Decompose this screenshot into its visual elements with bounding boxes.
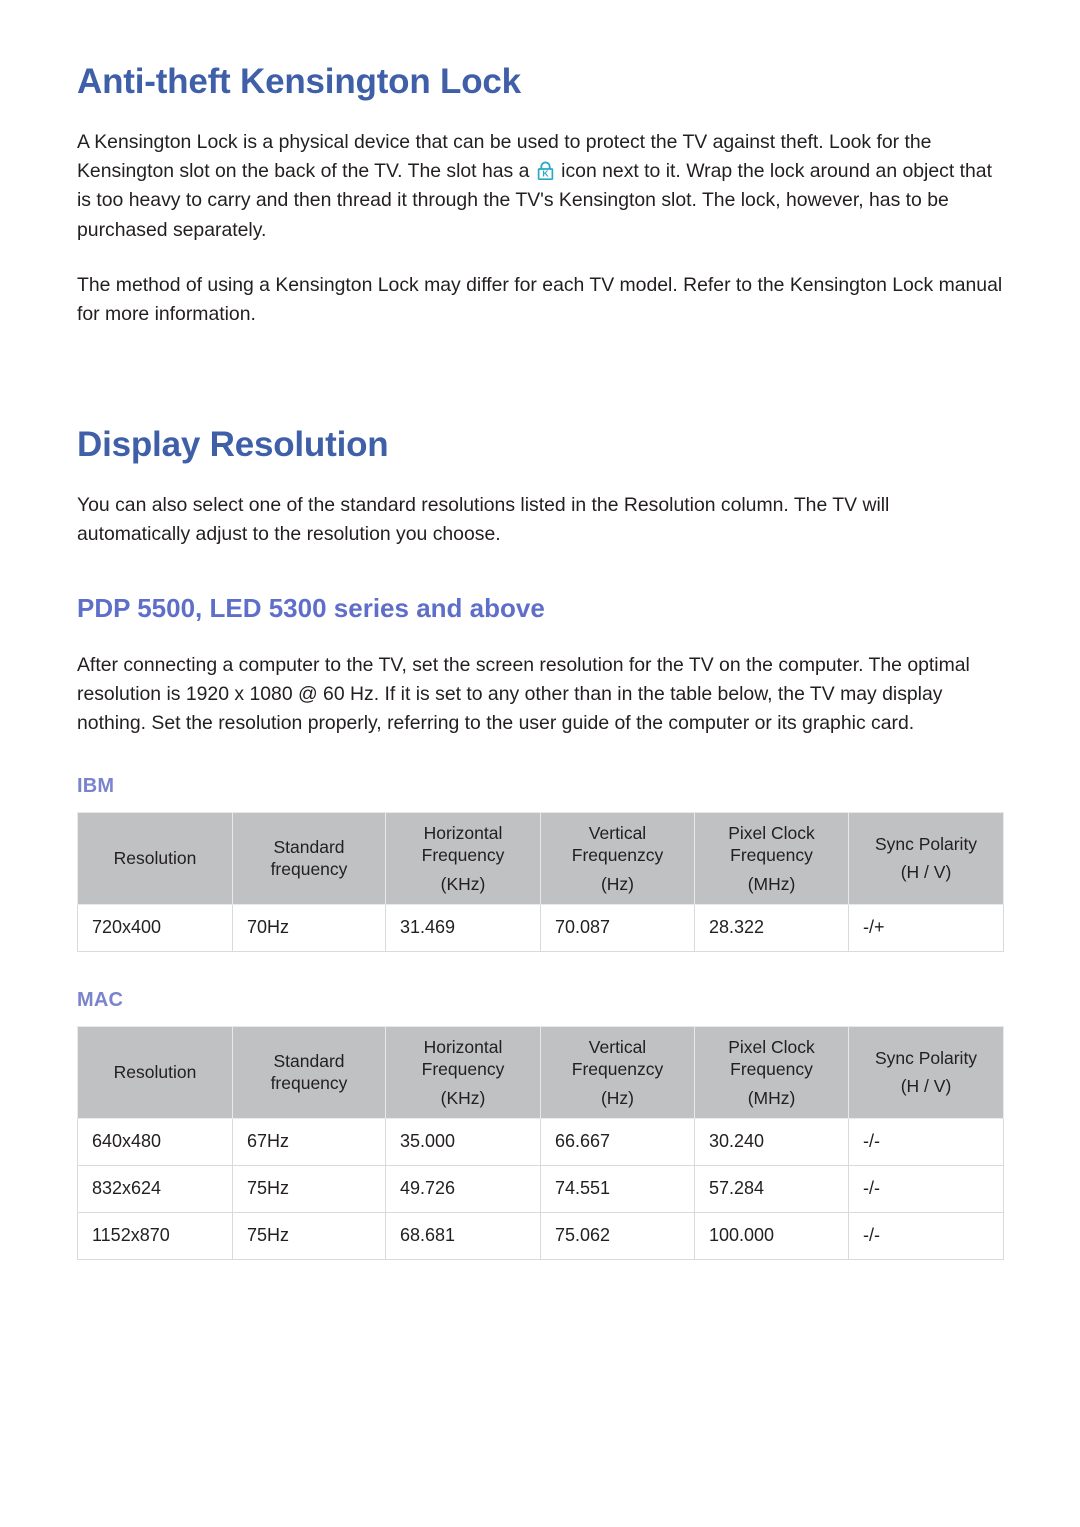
table-header-row: Resolution Standard frequency Horizontal… (77, 1025, 1004, 1119)
cell-pixel-clock-frequency: 28.322 (694, 903, 849, 952)
column-header-vertical-frequency: Vertical Frequenzcy (Hz) (540, 1025, 695, 1119)
table-container-ibm: Resolution Standard frequency Horizontal… (77, 811, 1004, 952)
column-header-label: Sync Polarity (874, 834, 978, 854)
column-header-sync-polarity: Sync Polarity (H / V) (848, 1025, 1004, 1119)
column-header-unit: (Hz) (600, 1087, 635, 1108)
page-title-display-resolution: Display Resolution (77, 424, 389, 464)
column-header-label: Horizontal Frequency (421, 1036, 505, 1080)
table-row: 832x624 75Hz 49.726 74.551 57.284 -/- (77, 1164, 1004, 1213)
column-header-label: Resolution (113, 1062, 197, 1083)
cell-standard-frequency: 75Hz (232, 1211, 386, 1260)
column-header-label: Standard frequency (270, 1051, 348, 1094)
column-header-unit: (MHz) (747, 873, 796, 894)
cell-vertical-frequency: 66.667 (540, 1117, 695, 1166)
paragraph-display-resolution-intro: You can also select one of the standard … (77, 494, 890, 546)
column-header-label: Horizontal Frequency (421, 822, 505, 866)
cell-pixel-clock-frequency: 57.284 (694, 1164, 849, 1213)
column-header-pixel-clock-frequency: Pixel Clock Frequency (MHz) (694, 811, 849, 905)
table-row: 720x400 70Hz 31.469 70.087 28.322 -/+ (77, 903, 1004, 952)
column-header-unit: (KHz) (440, 1087, 486, 1108)
paragraph-kensington-description: A Kensington Lock is a physical device t… (77, 102, 1003, 244)
cell-horizontal-frequency: 49.726 (385, 1164, 541, 1213)
cell-pixel-clock-frequency: 30.240 (694, 1117, 849, 1166)
resolution-table-ibm: Resolution Standard frequency Horizontal… (77, 811, 1004, 952)
cell-standard-frequency: 75Hz (232, 1164, 386, 1213)
table-body-mac: 640x480 67Hz 35.000 66.667 30.240 -/- 83… (77, 1117, 1004, 1260)
paragraph-pdp-led-intro: After connecting a computer to the TV, s… (77, 653, 970, 734)
column-header-unit: (Hz) (600, 873, 635, 894)
cell-vertical-frequency: 74.551 (540, 1164, 695, 1213)
table-header-row: Resolution Standard frequency Horizontal… (77, 811, 1004, 905)
kensington-lock-icon: K (537, 160, 554, 181)
column-header-horizontal-frequency: Horizontal Frequency (KHz) (385, 1025, 541, 1119)
svg-text:K: K (542, 169, 549, 179)
column-header-sync-polarity: Sync Polarity (H / V) (848, 811, 1004, 905)
cell-sync-polarity: -/- (848, 1211, 1004, 1260)
table-body-ibm: 720x400 70Hz 31.469 70.087 28.322 -/+ (77, 903, 1004, 952)
cell-horizontal-frequency: 35.000 (385, 1117, 541, 1166)
column-header-label: Sync Polarity (874, 1048, 978, 1068)
cell-pixel-clock-frequency: 100.000 (694, 1211, 849, 1260)
column-header-label: Pixel Clock Frequency (728, 822, 815, 866)
column-header-horizontal-frequency: Horizontal Frequency (KHz) (385, 811, 541, 905)
column-header-resolution: Resolution (77, 811, 233, 905)
column-header-unit: (H / V) (900, 1076, 952, 1097)
cell-resolution: 1152x870 (77, 1211, 233, 1260)
column-header-standard-frequency: Standard frequency (232, 1025, 386, 1119)
cell-sync-polarity: -/- (848, 1164, 1004, 1213)
document-page: Anti-theft Kensington Lock A Kensington … (0, 0, 1080, 1527)
column-header-unit: (MHz) (747, 1087, 796, 1108)
table-row: 1152x870 75Hz 68.681 75.062 100.000 -/- (77, 1211, 1004, 1260)
column-header-label: Vertical Frequenzcy (571, 822, 664, 866)
column-header-pixel-clock-frequency: Pixel Clock Frequency (MHz) (694, 1025, 849, 1119)
cell-standard-frequency: 70Hz (232, 903, 386, 952)
cell-resolution: 720x400 (77, 903, 233, 952)
resolution-table-mac: Resolution Standard frequency Horizontal… (77, 1025, 1004, 1260)
cell-resolution: 832x624 (77, 1164, 233, 1213)
cell-sync-polarity: -/- (848, 1117, 1004, 1166)
cell-horizontal-frequency: 31.469 (385, 903, 541, 952)
column-header-unit: (KHz) (440, 873, 486, 894)
cell-horizontal-frequency: 68.681 (385, 1211, 541, 1260)
cell-sync-polarity: -/+ (848, 903, 1004, 952)
table-row: 640x480 67Hz 35.000 66.667 30.240 -/- (77, 1117, 1004, 1166)
cell-vertical-frequency: 75.062 (540, 1211, 695, 1260)
paragraph-kensington-method: The method of using a Kensington Lock ma… (77, 273, 1003, 325)
column-header-label: Resolution (113, 848, 197, 869)
column-header-label: Pixel Clock Frequency (728, 1036, 815, 1080)
page-title-anti-theft: Anti-theft Kensington Lock (77, 62, 521, 101)
table-label-mac: MAC (77, 988, 124, 1011)
column-header-label: Standard frequency (270, 837, 348, 880)
subheading-pdp-led-series: PDP 5500, LED 5300 series and above (77, 593, 545, 624)
column-header-vertical-frequency: Vertical Frequenzcy (Hz) (540, 811, 695, 905)
cell-resolution: 640x480 (77, 1117, 233, 1166)
column-header-label: Vertical Frequenzcy (571, 1036, 664, 1080)
table-container-mac: Resolution Standard frequency Horizontal… (77, 1025, 1004, 1260)
column-header-resolution: Resolution (77, 1025, 233, 1119)
table-label-ibm: IBM (77, 774, 115, 797)
cell-vertical-frequency: 70.087 (540, 903, 695, 952)
column-header-standard-frequency: Standard frequency (232, 811, 386, 905)
column-header-unit: (H / V) (900, 862, 952, 883)
cell-standard-frequency: 67Hz (232, 1117, 386, 1166)
